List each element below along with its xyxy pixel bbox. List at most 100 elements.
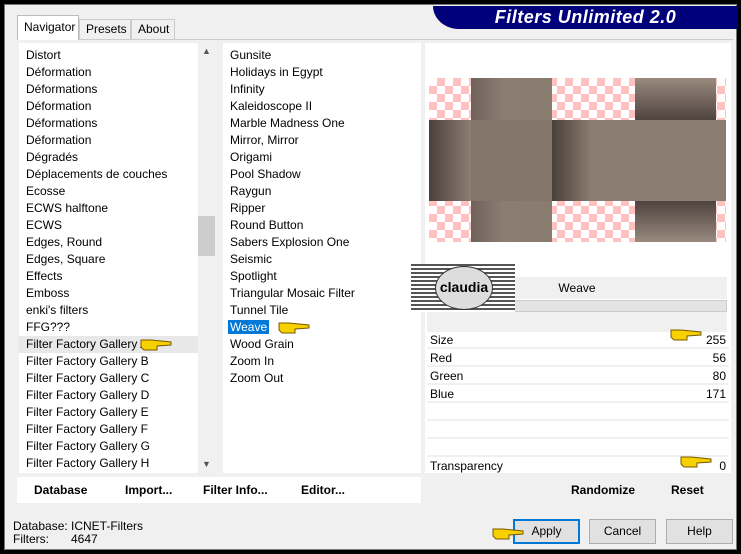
list-item[interactable]: Déformations (19, 81, 215, 98)
list-item[interactable]: Raygun (223, 183, 421, 200)
list-item[interactable]: Pool Shadow (223, 166, 421, 183)
slider-label: Blue (430, 387, 455, 401)
list-item[interactable]: Zoom In (223, 353, 421, 370)
list-item[interactable]: Filter Factory Gallery H (19, 455, 215, 472)
list-item[interactable]: ECWS (19, 217, 215, 234)
randomize-button[interactable]: Randomize (571, 483, 635, 497)
list-item[interactable]: Edges, Round (19, 234, 215, 251)
list-item[interactable]: Holidays in Egypt (223, 64, 421, 81)
help-button[interactable]: Help (666, 519, 733, 544)
import-button[interactable]: Import... (125, 483, 172, 497)
list-item[interactable]: Déplacements de couches (19, 166, 215, 183)
database-label: Database: (13, 519, 68, 533)
list-item[interactable]: Wood Grain (223, 336, 421, 353)
list-item-label: Déplacements de couches (26, 167, 168, 181)
list-item-label: Pool Shadow (230, 167, 301, 181)
list-item[interactable]: Ecosse (19, 183, 215, 200)
slider-label: Red (430, 351, 453, 365)
empty-slider (427, 404, 729, 421)
list-item[interactable]: Triangular Mosaic Filter (223, 285, 421, 302)
pointing-hand-icon (277, 319, 311, 338)
filters-unlimited-dialog: Filters Unlimited 2.0 Navigator Presets … (4, 4, 738, 550)
list-item-label: Kaleidoscope II (230, 99, 313, 113)
list-item[interactable]: Déformation (19, 132, 215, 149)
list-item[interactable]: FFG??? (19, 319, 215, 336)
category-list[interactable]: Distort Déformation Déformations Déformatio… (19, 43, 215, 473)
list-item[interactable]: Déformation (19, 98, 215, 115)
watermark-logo: claudia (411, 264, 515, 312)
list-item[interactable]: Filter Factory Gallery F (19, 421, 215, 438)
list-item[interactable]: Spotlight (223, 268, 421, 285)
list-item[interactable]: Kaleidoscope II (223, 98, 421, 115)
list-item[interactable]: Filter Factory Gallery E (19, 404, 215, 421)
tab-presets[interactable]: Presets (79, 19, 131, 39)
list-item-label: Ripper (230, 201, 266, 215)
filter-list[interactable]: Gunsite Holidays in Egypt Infinity Kaleidos… (223, 43, 421, 473)
slider-green[interactable]: Green 80 (427, 368, 729, 385)
scroll-thumb[interactable] (198, 216, 215, 256)
list-item[interactable]: Zoom Out (223, 370, 421, 387)
list-item[interactable]: ECWS halftone (19, 200, 215, 217)
list-item-label: Dégradés (26, 150, 79, 164)
list-item[interactable]: Sabers Explosion One (223, 234, 421, 251)
list-item-label: ECWS halftone (26, 201, 109, 215)
list-item[interactable]: Tunnel Tile (223, 302, 421, 319)
list-item-label: Filter Factory Gallery H (26, 456, 150, 470)
list-item[interactable]: Gunsite (223, 47, 421, 64)
tab-divider (17, 39, 733, 40)
list-item-label: Filter Factory Gallery D (26, 388, 150, 402)
list-item[interactable]: Marble Madness One (223, 115, 421, 132)
list-item-label: enki's filters (26, 303, 89, 317)
list-item[interactable]: Filter Factory Gallery G (19, 438, 215, 455)
slider-red[interactable]: Red 56 (427, 350, 729, 367)
list-item-label: Tunnel Tile (230, 303, 289, 317)
list-item[interactable]: Filter Factory Gallery D (19, 387, 215, 404)
list-item[interactable]: Filter Factory Gallery C (19, 370, 215, 387)
scroll-up-icon[interactable]: ▲ (198, 43, 215, 60)
cancel-button[interactable]: Cancel (589, 519, 656, 544)
scroll-down-icon[interactable]: ▼ (198, 456, 215, 473)
category-scrollbar[interactable]: ▲ ▼ (198, 43, 215, 473)
tab-about[interactable]: About (131, 19, 175, 39)
list-item-label: Triangular Mosaic Filter (230, 286, 355, 300)
filter-info-button[interactable]: Filter Info... (203, 483, 268, 497)
list-item[interactable]: Distort (19, 47, 215, 64)
list-item-label: Filter Factory Gallery G (26, 439, 151, 453)
list-item[interactable]: Ripper (223, 200, 421, 217)
list-item[interactable]: Filter Factory Gallery B (19, 353, 215, 370)
list-item[interactable]: Dégradés (19, 149, 215, 166)
list-item-label: Déformations (26, 116, 98, 130)
slider-value: 56 (712, 351, 726, 365)
database-button[interactable]: Database (34, 483, 87, 497)
list-item[interactable]: Déformations (19, 115, 215, 132)
list-item[interactable]: Seismic (223, 251, 421, 268)
editor-button[interactable]: Editor... (301, 483, 345, 497)
list-item[interactable]: Filter Factory Gallery A (19, 336, 215, 353)
list-item-label: Spotlight (230, 269, 277, 283)
list-item-label: Effects (26, 269, 63, 283)
list-item-label: Déformation (26, 133, 92, 147)
list-item[interactable]: Origami (223, 149, 421, 166)
list-item[interactable]: Mirror, Mirror (223, 132, 421, 149)
reset-button[interactable]: Reset (671, 483, 704, 497)
list-item[interactable]: Weave (223, 319, 421, 336)
app-title: Filters Unlimited 2.0 (433, 6, 738, 29)
list-item-label: Infinity (230, 82, 265, 96)
list-item-label: Zoom Out (230, 371, 284, 385)
list-item[interactable]: Filter Factory Gallery I (19, 472, 215, 473)
list-item[interactable]: Emboss (19, 285, 215, 302)
list-item[interactable]: Round Button (223, 217, 421, 234)
list-item[interactable]: Infinity (223, 81, 421, 98)
tab-navigator[interactable]: Navigator (17, 15, 79, 40)
list-item-label: Origami (230, 150, 273, 164)
list-item[interactable]: enki's filters (19, 302, 215, 319)
slider-label: Green (430, 369, 464, 383)
list-item[interactable]: Effects (19, 268, 215, 285)
list-item-label: Déformation (26, 99, 92, 113)
list-item[interactable]: Edges, Square (19, 251, 215, 268)
list-item-label: Emboss (26, 286, 70, 300)
slider-blue[interactable]: Blue 171 (427, 386, 729, 403)
list-item[interactable]: Déformation (19, 64, 215, 81)
filters-count-label: Filters: (13, 532, 49, 546)
list-item-label: Filter Factory Gallery A (26, 337, 149, 351)
